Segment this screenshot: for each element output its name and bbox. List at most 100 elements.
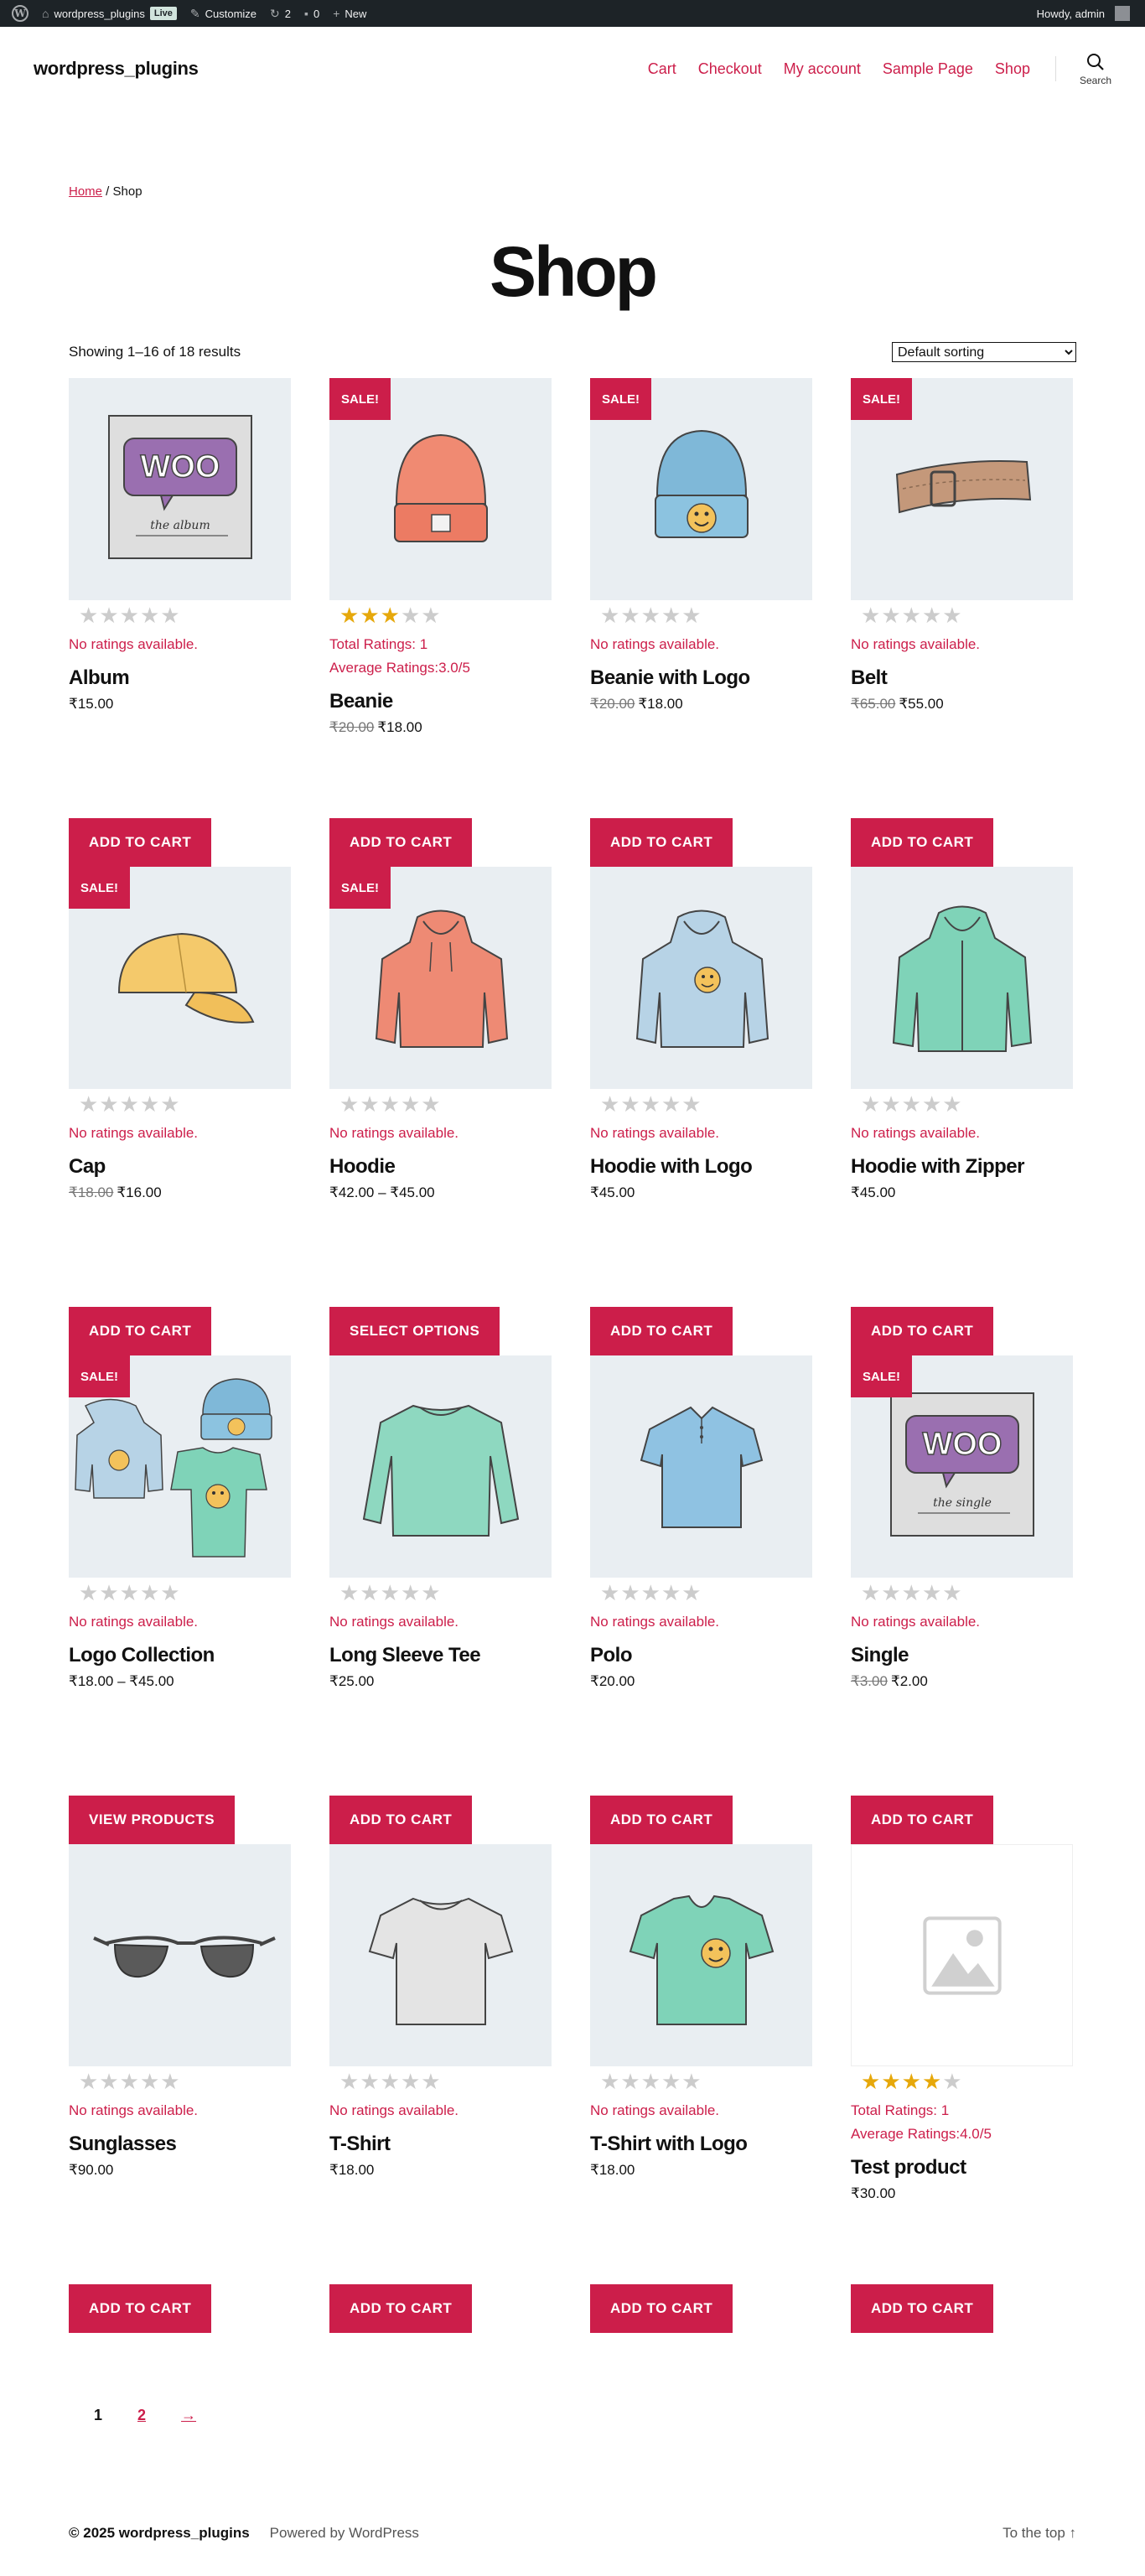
product-name[interactable]: Hoodie with Logo xyxy=(590,1153,812,1180)
product-image[interactable]: WOO the album xyxy=(69,378,291,600)
product-image[interactable]: SALE! xyxy=(69,867,291,1089)
nav-shop[interactable]: Shop xyxy=(995,60,1030,78)
star-icon: ★ xyxy=(901,603,922,628)
product-name[interactable]: Hoodie xyxy=(329,1153,552,1180)
site-name-menu[interactable]: ⌂ wordpress_plugins Live xyxy=(35,0,184,27)
site-title[interactable]: wordpress_plugins xyxy=(34,58,199,80)
product-image[interactable] xyxy=(851,1844,1073,2066)
star-rating: ★★★★★ xyxy=(69,603,291,628)
product-name[interactable]: T-Shirt xyxy=(329,2131,552,2158)
product-image[interactable] xyxy=(69,1844,291,2066)
product-image[interactable]: SALE! xyxy=(590,378,812,600)
product-card: ★★★★★ Total Ratings: 1 Average Ratings:4.0… xyxy=(851,1844,1073,2333)
product-image[interactable]: SALE! xyxy=(329,378,552,600)
star-rating: ★★★★★ xyxy=(69,2069,291,2094)
new-content-link[interactable]: + New xyxy=(326,0,373,27)
product-image[interactable]: SALE! xyxy=(69,1355,291,1578)
star-icon: ★ xyxy=(942,603,963,628)
howdy-text: Howdy, admin xyxy=(1036,7,1105,20)
customize-link[interactable]: ✎ Customize xyxy=(184,0,263,27)
add-to-cart-button[interactable]: ADD TO CART xyxy=(329,1796,473,1844)
comments-link[interactable]: ▪ 0 xyxy=(298,0,326,27)
product-tshirt-icon xyxy=(368,1897,514,2025)
powered-by-link[interactable]: Powered by WordPress xyxy=(270,2525,419,2542)
star-icon: ★ xyxy=(901,2069,922,2094)
add-to-cart-button[interactable]: ADD TO CART xyxy=(329,818,473,867)
product-image[interactable]: SALE! xyxy=(329,867,552,1089)
product-name[interactable]: Album xyxy=(69,665,291,692)
product-price: ₹20.00 xyxy=(590,1672,812,1692)
product-image[interactable]: SALE! xyxy=(851,378,1073,600)
product-price: ₹90.00 xyxy=(69,2160,291,2180)
product-image[interactable] xyxy=(851,867,1073,1089)
product-name[interactable]: Single xyxy=(851,1642,1073,1669)
rating-info: No ratings available. xyxy=(590,633,812,656)
nav-sample-page[interactable]: Sample Page xyxy=(883,60,973,78)
add-to-cart-button[interactable]: ADD TO CART xyxy=(590,2284,733,2333)
star-icon: ★ xyxy=(400,2069,422,2094)
product-price: ₹18.00 ₹16.00 xyxy=(69,1183,291,1203)
product-card: SALE! ★★★★★ No ratings available. Hoodie ₹42… xyxy=(329,867,552,1355)
product-card: WOO the album ★★★★★ No ratings available. Al… xyxy=(69,378,291,867)
star-icon: ★ xyxy=(119,2069,140,2094)
product-price: ₹3.00 ₹2.00 xyxy=(851,1672,1073,1692)
product-name[interactable]: Long Sleeve Tee xyxy=(329,1642,552,1669)
add-to-cart-button[interactable]: ADD TO CART xyxy=(69,1307,212,1355)
product-image[interactable]: WOO the single SALE! xyxy=(851,1355,1073,1578)
sorting-select[interactable]: Default sorting xyxy=(892,342,1076,362)
add-to-cart-button[interactable]: ADD TO CART xyxy=(851,2284,994,2333)
nav-my-account[interactable]: My account xyxy=(784,60,861,78)
add-to-cart-button[interactable]: ADD TO CART xyxy=(851,1796,994,1844)
product-image[interactable] xyxy=(329,1355,552,1578)
nav-cart[interactable]: Cart xyxy=(648,60,676,78)
wordpress-menu[interactable]: W xyxy=(5,0,35,27)
current-price: ₹30.00 xyxy=(851,2185,896,2201)
my-account-menu[interactable]: Howdy, admin xyxy=(1030,0,1137,27)
current-price: ₹20.00 xyxy=(590,1673,635,1689)
product-card: WOO the single SALE! ★★★★★ No ratings availa… xyxy=(851,1355,1073,1844)
to-top-link[interactable]: To the top ↑ xyxy=(1003,2525,1076,2542)
product-image[interactable] xyxy=(590,867,812,1089)
current-price: ₹42.00 – ₹45.00 xyxy=(329,1184,435,1200)
add-to-cart-button[interactable]: ADD TO CART xyxy=(69,2284,212,2333)
add-to-cart-button[interactable]: ADD TO CART xyxy=(851,1307,994,1355)
star-icon: ★ xyxy=(380,2069,401,2094)
old-price: ₹3.00 xyxy=(851,1673,888,1689)
product-price: ₹20.00 ₹18.00 xyxy=(590,694,812,714)
next-page-link[interactable]: → xyxy=(181,2407,196,2424)
product-image[interactable] xyxy=(329,1844,552,2066)
live-badge: Live xyxy=(149,7,177,20)
view-products-button[interactable]: VIEW PRODUCTS xyxy=(69,1796,236,1844)
add-to-cart-button[interactable]: ADD TO CART xyxy=(329,2284,473,2333)
add-to-cart-button[interactable]: ADD TO CART xyxy=(590,1796,733,1844)
product-name[interactable]: Belt xyxy=(851,665,1073,692)
product-image[interactable] xyxy=(590,1355,812,1578)
page-2-link[interactable]: 2 xyxy=(137,2407,146,2424)
add-to-cart-button[interactable]: ADD TO CART xyxy=(851,818,994,867)
updates-link[interactable]: ↻ 2 xyxy=(263,0,298,27)
product-name[interactable]: Cap xyxy=(69,1153,291,1180)
add-to-cart-button[interactable]: ADD TO CART xyxy=(590,1307,733,1355)
product-name[interactable]: Sunglasses xyxy=(69,2131,291,2158)
star-icon: ★ xyxy=(360,603,381,628)
product-name[interactable]: Beanie xyxy=(329,688,552,715)
product-name[interactable]: Polo xyxy=(590,1642,812,1669)
product-image[interactable] xyxy=(590,1844,812,2066)
star-icon: ★ xyxy=(861,1091,882,1117)
product-name[interactable]: T-Shirt with Logo xyxy=(590,2131,812,2158)
star-icon: ★ xyxy=(400,1580,422,1605)
rating-line: No ratings available. xyxy=(590,1614,720,1630)
select-options-button[interactable]: SELECT OPTIONS xyxy=(329,1307,500,1355)
add-to-cart-button[interactable]: ADD TO CART xyxy=(590,818,733,867)
rating-line: No ratings available. xyxy=(851,1125,981,1141)
product-name[interactable]: Hoodie with Zipper xyxy=(851,1153,1073,1180)
product-name[interactable]: Test product xyxy=(851,2154,1073,2181)
nav-checkout[interactable]: Checkout xyxy=(698,60,762,78)
star-icon: ★ xyxy=(421,603,442,628)
product-name[interactable]: Beanie with Logo xyxy=(590,665,812,692)
star-rating: ★★★★★ xyxy=(329,2069,552,2094)
breadcrumb-home[interactable]: Home xyxy=(69,184,102,199)
product-name[interactable]: Logo Collection xyxy=(69,1642,291,1669)
search-button[interactable]: Search xyxy=(1080,52,1111,86)
add-to-cart-button[interactable]: ADD TO CART xyxy=(69,818,212,867)
